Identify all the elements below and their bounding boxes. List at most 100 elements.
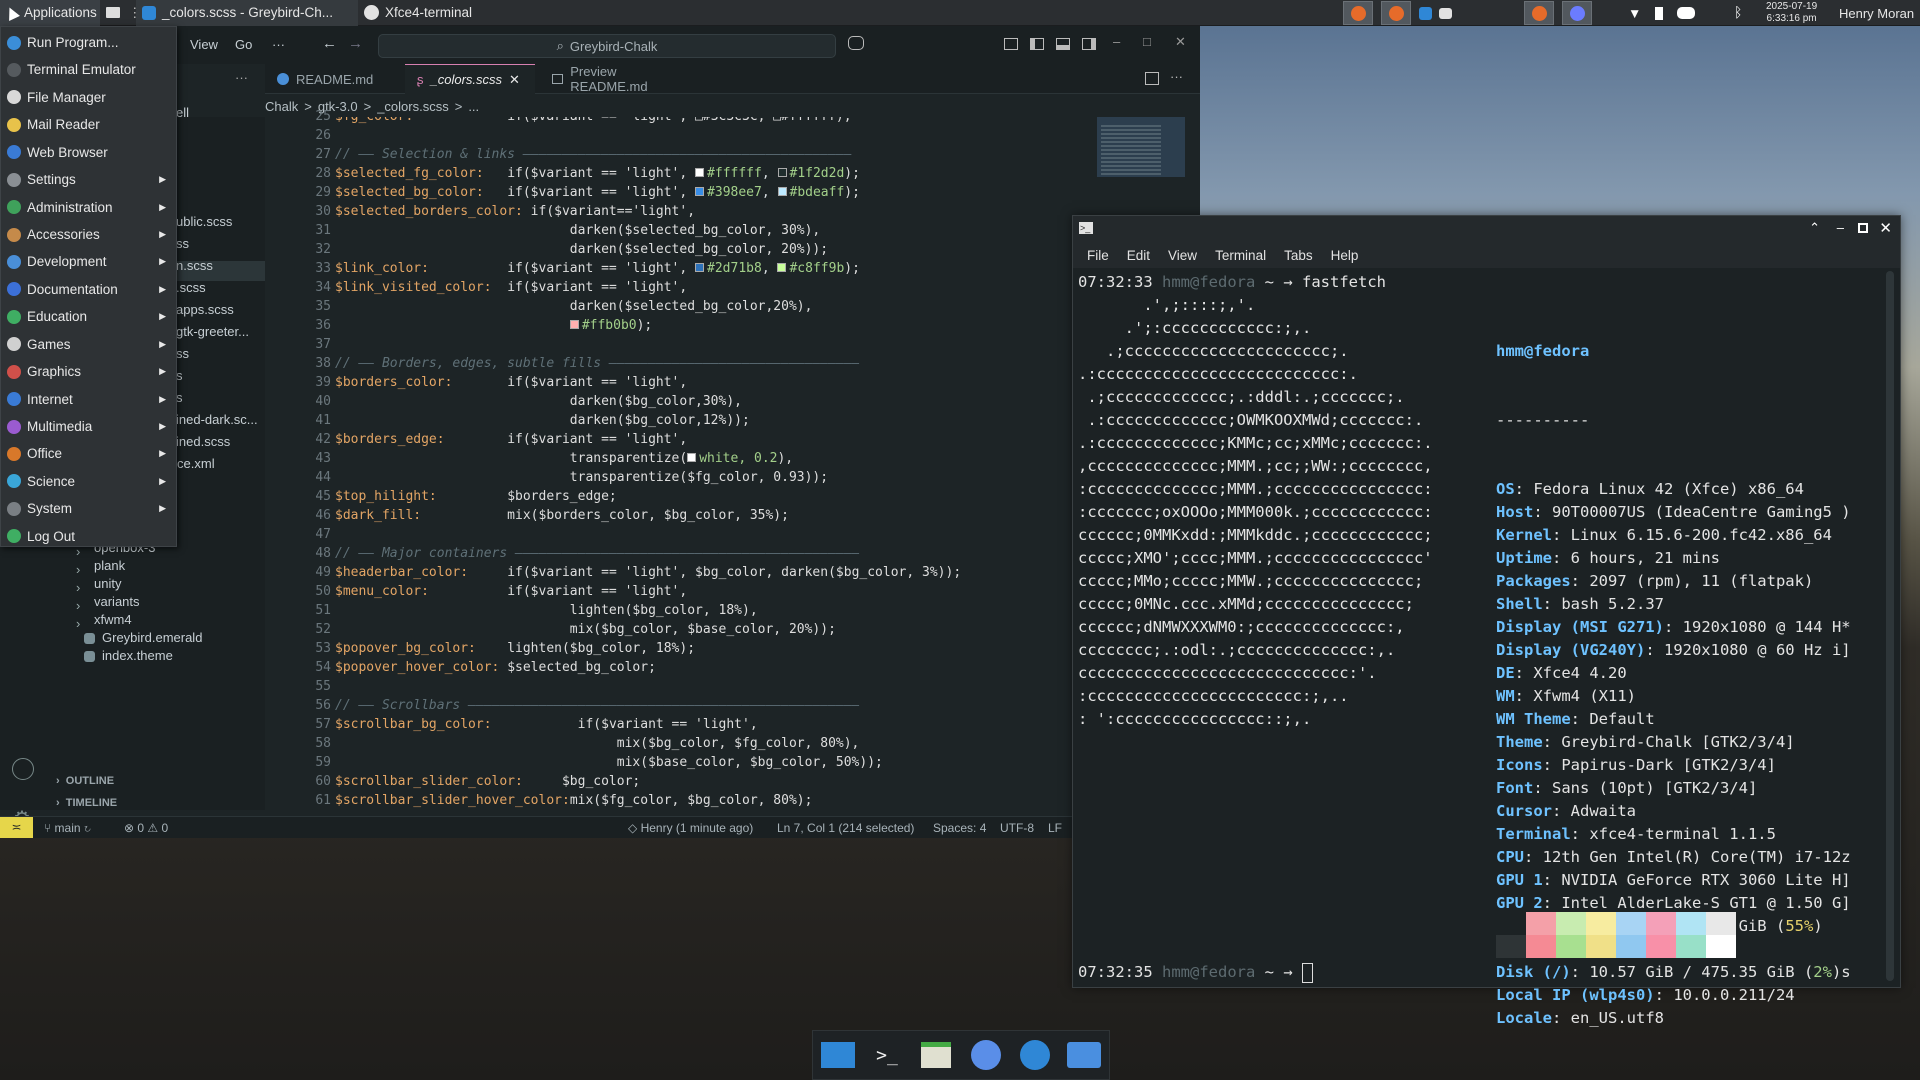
- discord-tray-icon[interactable]: [1677, 7, 1696, 19]
- git-blame-status[interactable]: ◇ Henry (1 minute ago): [628, 821, 753, 835]
- desktop-icon[interactable]: [819, 1037, 857, 1073]
- forward-arrow-icon[interactable]: →: [348, 35, 363, 52]
- firefox-private-icon[interactable]: [1381, 1, 1411, 25]
- menu-item-accessories[interactable]: Accessories ▶: [1, 221, 176, 248]
- menu-item-documentation[interactable]: Documentation ▶: [1, 276, 176, 303]
- explorer-item[interactable]: apps.scss: [176, 301, 234, 319]
- explorer-item[interactable]: ublic.scss: [176, 213, 232, 231]
- menu-item-games[interactable]: Games ▶: [1, 331, 176, 358]
- tab-close-icon[interactable]: ✕: [509, 72, 520, 88]
- close-icon[interactable]: ✕: [1879, 219, 1892, 237]
- tab-preview-readme[interactable]: Preview README.md: [540, 64, 700, 94]
- taskbar-terminal[interactable]: Xfce4-terminal: [358, 0, 554, 26]
- menu-item-graphics[interactable]: Graphics ▶: [1, 358, 176, 385]
- menu-item-settings[interactable]: Settings ▶: [1, 166, 176, 193]
- terminal-menu-help[interactable]: Help: [1331, 248, 1359, 263]
- menu-item-development[interactable]: Development ▶: [1, 248, 176, 275]
- menu-item-mail-reader[interactable]: Mail Reader: [1, 111, 176, 138]
- menu-go[interactable]: Go: [235, 37, 252, 52]
- explorer-item[interactable]: n.scss: [176, 257, 213, 275]
- explorer-item[interactable]: › variants: [76, 593, 140, 613]
- menu-item-science[interactable]: Science ▶: [1, 468, 176, 495]
- battery-icon[interactable]: [1655, 6, 1664, 20]
- menu-item-terminal-emulator[interactable]: Terminal Emulator: [1, 56, 176, 83]
- search-app-icon[interactable]: [1016, 1037, 1054, 1073]
- discord-icon[interactable]: [1562, 1, 1592, 25]
- maximize-icon[interactable]: □: [1143, 34, 1151, 49]
- menu-item-office[interactable]: Office ▶: [1, 440, 176, 467]
- explorer-item[interactable]: ined.scss: [176, 433, 230, 451]
- minimize-icon[interactable]: –: [1837, 220, 1844, 235]
- indentation-status[interactable]: Spaces: 4: [933, 821, 986, 835]
- tab-readme[interactable]: README.md: [265, 64, 405, 94]
- terminal-menu-edit[interactable]: Edit: [1127, 248, 1150, 263]
- encoding-status[interactable]: UTF-8: [1000, 821, 1034, 835]
- menu-more[interactable]: ···: [272, 37, 285, 52]
- editor-more-icon[interactable]: ···: [1170, 69, 1183, 84]
- timeline-section[interactable]: › TIMELINE: [56, 797, 117, 809]
- problems-status[interactable]: ⊗ 0 ⚠ 0: [124, 821, 168, 835]
- close-icon[interactable]: ✕: [1175, 34, 1186, 50]
- shade-icon[interactable]: ⌃: [1809, 220, 1820, 236]
- explorer-item[interactable]: gtk-greeter...: [176, 323, 249, 341]
- terminal-launcher-icon[interactable]: [1435, 1, 1455, 25]
- browser-icon[interactable]: [967, 1037, 1005, 1073]
- explorer-item[interactable]: › xfwm4: [76, 611, 132, 631]
- copilot-icon[interactable]: [848, 36, 864, 50]
- account-icon[interactable]: [12, 758, 34, 780]
- taskbar-vscode[interactable]: _colors.scss - Greybird-Ch...: [136, 0, 358, 26]
- clock[interactable]: 2025-07-19 6:33:16 pm: [1766, 1, 1817, 25]
- explorer-item[interactable]: index.theme: [84, 647, 173, 665]
- layout-sidebar-icon[interactable]: [1004, 38, 1018, 50]
- folder-icon[interactable]: [100, 0, 122, 26]
- menu-view[interactable]: View: [190, 37, 218, 52]
- menu-item-administration[interactable]: Administration ▶: [1, 194, 176, 221]
- terminal-icon[interactable]: >_: [868, 1037, 906, 1073]
- tab-colors-scss[interactable]: ʂ _colors.scss ✕: [405, 64, 535, 94]
- explorer-more-icon[interactable]: ···: [235, 70, 248, 85]
- explorer-item[interactable]: ell: [176, 104, 189, 122]
- firefox-icon[interactable]: [1343, 1, 1373, 25]
- terminal-menu-terminal[interactable]: Terminal: [1215, 248, 1266, 263]
- explorer-item[interactable]: .scss: [176, 279, 206, 297]
- command-center-search[interactable]: ⌕ Greybird-Chalk: [378, 34, 836, 58]
- outline-section[interactable]: › OUTLINE: [56, 775, 114, 787]
- terminal-menu-tabs[interactable]: Tabs: [1284, 248, 1313, 263]
- vscode-launcher-icon[interactable]: [1415, 1, 1435, 25]
- remote-icon[interactable]: ≍: [0, 817, 33, 838]
- menu-item-multimedia[interactable]: Multimedia ▶: [1, 413, 176, 440]
- files-icon[interactable]: [917, 1037, 955, 1073]
- eol-status[interactable]: LF: [1048, 821, 1062, 835]
- menu-item-education[interactable]: Education ▶: [1, 303, 176, 330]
- explorer-item[interactable]: ined-dark.sc...: [176, 411, 258, 429]
- menu-item-internet[interactable]: Internet ▶: [1, 386, 176, 413]
- code-editor[interactable]: $fg_color: if($variant == 'light', □#3c3…: [335, 117, 1095, 810]
- split-editor-icon[interactable]: [1145, 72, 1159, 85]
- terminal-menu-file[interactable]: File: [1087, 248, 1109, 263]
- explorer-item[interactable]: › plank: [76, 557, 125, 577]
- layout-right-icon[interactable]: [1082, 38, 1096, 50]
- explorer-item[interactable]: ss: [176, 345, 189, 363]
- terminal-menu-view[interactable]: View: [1168, 248, 1197, 263]
- branch-status[interactable]: ⑂ main ↻: [44, 821, 91, 835]
- menu-item-system[interactable]: System ▶: [1, 495, 176, 522]
- cursor-position[interactable]: Ln 7, Col 1 (214 selected): [777, 821, 914, 835]
- explorer-item[interactable]: ss: [176, 235, 189, 253]
- wifi-icon[interactable]: ▼: [1628, 6, 1641, 21]
- terminal-output[interactable]: 07:32:33 hmm@fedora ~ → fastfetch .',;::…: [1078, 271, 1878, 1027]
- menu-item-file-manager[interactable]: File Manager: [1, 84, 176, 111]
- folder-icon[interactable]: [1065, 1037, 1103, 1073]
- firefox-dev-icon[interactable]: [1524, 1, 1554, 25]
- menu-item-web-browser[interactable]: Web Browser: [1, 139, 176, 166]
- back-arrow-icon[interactable]: ←: [322, 35, 337, 52]
- explorer-item[interactable]: Greybird.emerald: [84, 629, 202, 647]
- applications-menu-button[interactable]: Applications: [0, 0, 100, 26]
- minimize-icon[interactable]: –: [1113, 34, 1120, 49]
- user-name[interactable]: Henry Moran: [1839, 6, 1914, 21]
- terminal-scrollbar[interactable]: [1886, 271, 1894, 981]
- bluetooth-icon[interactable]: ᛒ: [1734, 4, 1742, 20]
- explorer-item[interactable]: › unity: [76, 575, 121, 595]
- layout-left-icon[interactable]: [1030, 38, 1044, 50]
- maximize-icon[interactable]: [1858, 223, 1868, 233]
- menu-item-run-program[interactable]: Run Program...: [1, 29, 176, 56]
